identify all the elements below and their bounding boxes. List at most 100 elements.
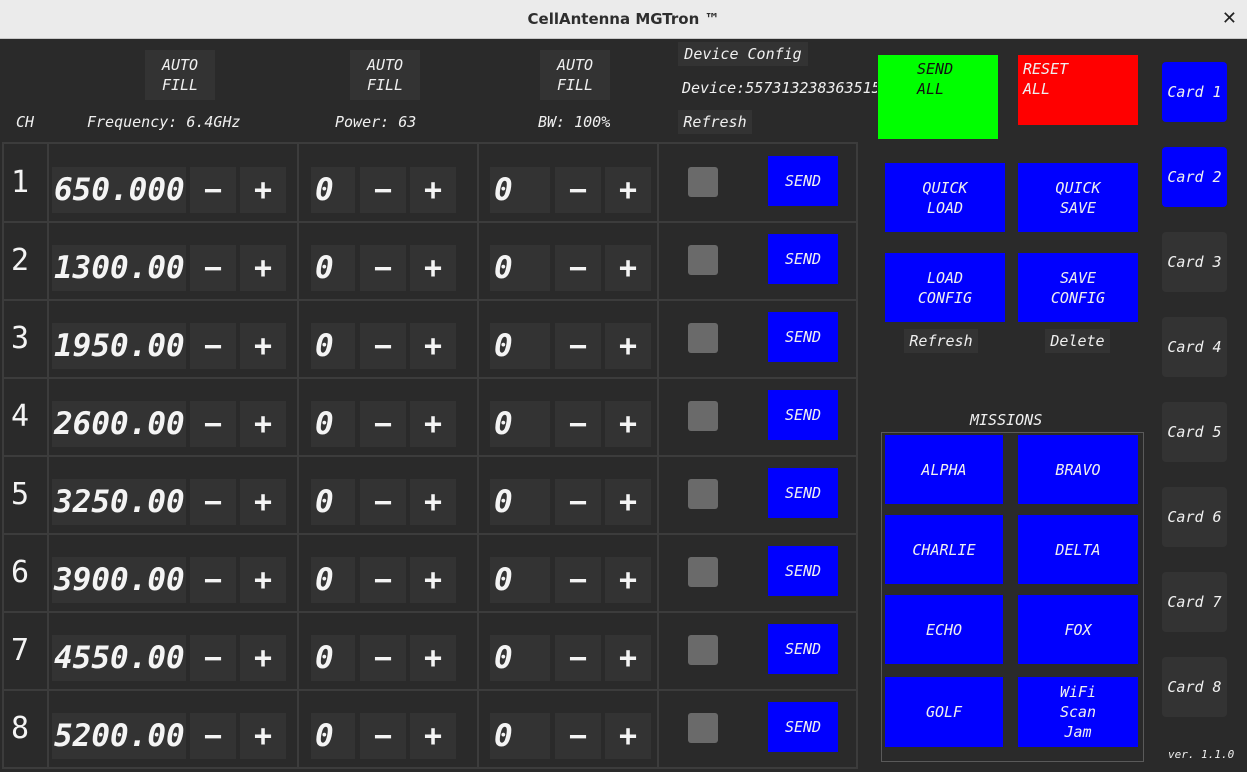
power-input[interactable]: 0 (311, 167, 355, 213)
frequency-input[interactable]: 3250.00 (52, 479, 186, 525)
power-input[interactable]: 0 (311, 323, 355, 369)
frequency-decrement-button[interactable]: − (190, 245, 236, 291)
mission-button[interactable]: CHARLIE (885, 515, 1003, 584)
channel-enable-checkbox[interactable] (688, 401, 718, 431)
frequency-decrement-button[interactable]: − (190, 557, 236, 603)
channel-enable-checkbox[interactable] (688, 323, 718, 353)
channel-send-button[interactable]: SEND (768, 390, 838, 440)
power-input[interactable]: 0 (311, 401, 355, 447)
channel-enable-checkbox[interactable] (688, 167, 718, 197)
frequency-increment-button[interactable]: + (240, 167, 286, 213)
bw-decrement-button[interactable]: − (555, 401, 601, 447)
power-input[interactable]: 0 (311, 635, 355, 681)
bw-increment-button[interactable]: + (605, 635, 651, 681)
channel-send-button[interactable]: SEND (768, 468, 838, 518)
frequency-input[interactable]: 1300.00 (52, 245, 186, 291)
power-input[interactable]: 0 (311, 713, 355, 759)
bw-autofill-button[interactable]: AUTO FILL (540, 50, 610, 100)
close-icon[interactable]: ✕ (1222, 8, 1237, 29)
power-decrement-button[interactable]: − (360, 635, 406, 681)
send-all-button[interactable]: SEND ALL (878, 55, 998, 139)
channel-send-button[interactable]: SEND (768, 624, 838, 674)
mission-button[interactable]: BRAVO (1018, 435, 1138, 504)
frequency-decrement-button[interactable]: − (190, 401, 236, 447)
power-decrement-button[interactable]: − (360, 401, 406, 447)
frequency-increment-button[interactable]: + (240, 245, 286, 291)
power-increment-button[interactable]: + (410, 401, 456, 447)
save-config-button[interactable]: SAVE CONFIG (1018, 253, 1138, 322)
bw-increment-button[interactable]: + (605, 557, 651, 603)
power-input[interactable]: 0 (311, 479, 355, 525)
bw-increment-button[interactable]: + (605, 479, 651, 525)
frequency-input[interactable]: 4550.00 (52, 635, 186, 681)
bw-decrement-button[interactable]: − (555, 479, 601, 525)
mission-button[interactable]: ECHO (885, 595, 1003, 664)
bw-input[interactable]: 0 (490, 245, 550, 291)
config-delete-button[interactable]: Delete (1045, 329, 1110, 353)
card-button[interactable]: Card 6 (1162, 487, 1227, 547)
device-refresh-button[interactable]: Refresh (678, 110, 752, 134)
power-autofill-button[interactable]: AUTO FILL (350, 50, 420, 100)
bw-decrement-button[interactable]: − (555, 557, 601, 603)
channel-enable-checkbox[interactable] (688, 245, 718, 275)
channel-enable-checkbox[interactable] (688, 635, 718, 665)
bw-input[interactable]: 0 (490, 323, 550, 369)
mission-button[interactable]: FOX (1018, 595, 1138, 664)
power-decrement-button[interactable]: − (360, 479, 406, 525)
card-button[interactable]: Card 5 (1162, 402, 1227, 462)
channel-send-button[interactable]: SEND (768, 702, 838, 752)
frequency-input[interactable]: 1950.00 (52, 323, 186, 369)
reset-all-button[interactable]: RESET ALL (1018, 55, 1138, 125)
channel-enable-checkbox[interactable] (688, 713, 718, 743)
power-decrement-button[interactable]: − (360, 245, 406, 291)
bw-decrement-button[interactable]: − (555, 713, 601, 759)
frequency-input[interactable]: 5200.00 (52, 713, 186, 759)
power-input[interactable]: 0 (311, 245, 355, 291)
frequency-decrement-button[interactable]: − (190, 479, 236, 525)
mission-button[interactable]: DELTA (1018, 515, 1138, 584)
card-button[interactable]: Card 3 (1162, 232, 1227, 292)
power-decrement-button[interactable]: − (360, 713, 406, 759)
frequency-increment-button[interactable]: + (240, 323, 286, 369)
bw-decrement-button[interactable]: − (555, 167, 601, 213)
frequency-increment-button[interactable]: + (240, 401, 286, 447)
bw-input[interactable]: 0 (490, 167, 550, 213)
bw-input[interactable]: 0 (490, 635, 550, 681)
card-button[interactable]: Card 1 (1162, 62, 1227, 122)
frequency-increment-button[interactable]: + (240, 557, 286, 603)
power-increment-button[interactable]: + (410, 479, 456, 525)
channel-send-button[interactable]: SEND (768, 156, 838, 206)
power-increment-button[interactable]: + (410, 557, 456, 603)
bw-increment-button[interactable]: + (605, 323, 651, 369)
power-increment-button[interactable]: + (410, 713, 456, 759)
channel-send-button[interactable]: SEND (768, 312, 838, 362)
bw-input[interactable]: 0 (490, 557, 550, 603)
card-button[interactable]: Card 4 (1162, 317, 1227, 377)
frequency-decrement-button[interactable]: − (190, 635, 236, 681)
mission-button[interactable]: ALPHA (885, 435, 1003, 504)
frequency-decrement-button[interactable]: − (190, 323, 236, 369)
device-config-button[interactable]: Device Config (678, 42, 808, 66)
frequency-input[interactable]: 3900.00 (52, 557, 186, 603)
power-increment-button[interactable]: + (410, 167, 456, 213)
frequency-autofill-button[interactable]: AUTO FILL (145, 50, 215, 100)
frequency-input[interactable]: 2600.00 (52, 401, 186, 447)
card-button[interactable]: Card 8 (1162, 657, 1227, 717)
bw-input[interactable]: 0 (490, 479, 550, 525)
frequency-input[interactable]: 650.000 (52, 167, 186, 213)
power-increment-button[interactable]: + (410, 245, 456, 291)
power-input[interactable]: 0 (311, 557, 355, 603)
bw-input[interactable]: 0 (490, 401, 550, 447)
card-button[interactable]: Card 7 (1162, 572, 1227, 632)
bw-decrement-button[interactable]: − (555, 323, 601, 369)
bw-increment-button[interactable]: + (605, 401, 651, 447)
power-increment-button[interactable]: + (410, 323, 456, 369)
config-refresh-button[interactable]: Refresh (904, 329, 978, 353)
mission-button[interactable]: GOLF (885, 677, 1003, 747)
channel-enable-checkbox[interactable] (688, 557, 718, 587)
channel-send-button[interactable]: SEND (768, 546, 838, 596)
frequency-increment-button[interactable]: + (240, 479, 286, 525)
channel-send-button[interactable]: SEND (768, 234, 838, 284)
frequency-decrement-button[interactable]: − (190, 713, 236, 759)
frequency-increment-button[interactable]: + (240, 635, 286, 681)
